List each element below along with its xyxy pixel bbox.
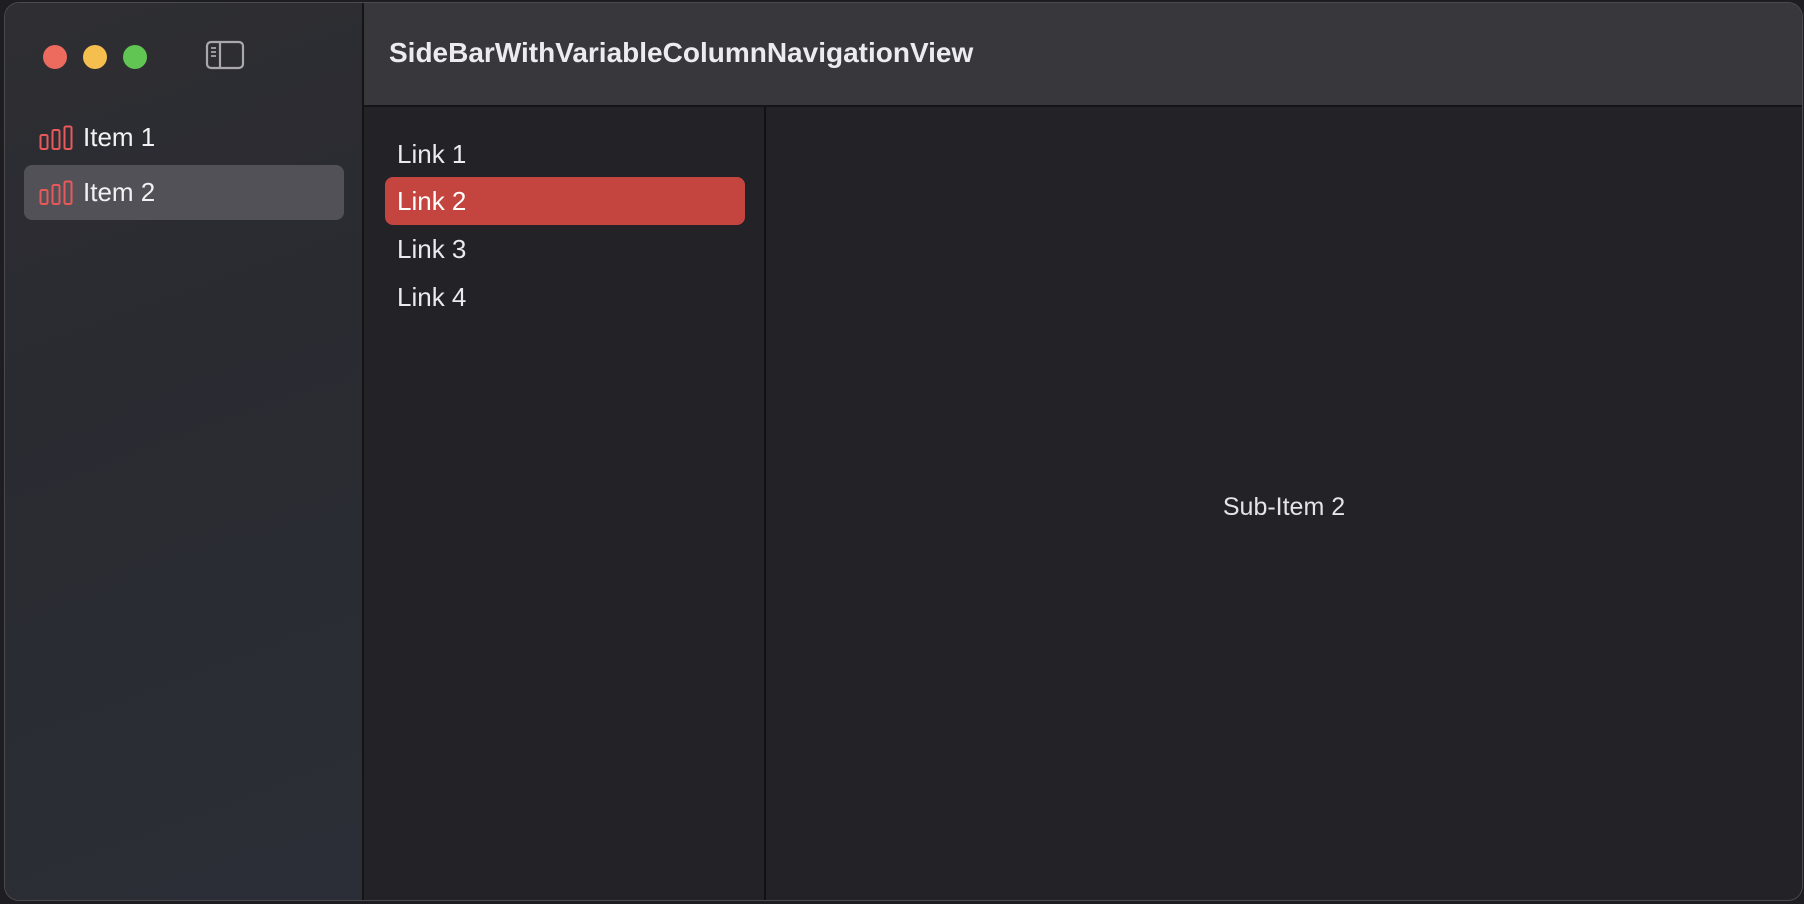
- close-window-button[interactable]: [43, 45, 67, 69]
- sidebar-item-label: Item 1: [83, 122, 156, 152]
- minimize-window-button[interactable]: [83, 45, 107, 69]
- chart-bar-icon: [39, 180, 73, 206]
- app-window: Item 1 Item 2 SideBarWithVariableColumnN…: [5, 3, 1802, 900]
- window-title: SideBarWithVariableColumnNavigationView: [389, 37, 974, 68]
- link-row-2[interactable]: Link 2: [385, 177, 745, 225]
- sidebar-left-icon: [205, 40, 245, 70]
- chart-bar-icon: [39, 125, 73, 151]
- sidebar-item-item-2[interactable]: Item 2: [24, 165, 344, 220]
- sidebar-item-item-1[interactable]: Item 1: [24, 110, 344, 165]
- link-row-4[interactable]: Link 4: [385, 273, 745, 321]
- link-row-3[interactable]: Link 3: [385, 225, 745, 273]
- sidebar-toggle-button[interactable]: [205, 39, 245, 71]
- link-row-1[interactable]: Link 1: [385, 130, 745, 178]
- link-list-column: Link 1 Link 2 Link 3 Link 4: [364, 107, 766, 900]
- detail-text: Sub-Item 2: [1222, 493, 1346, 521]
- sidebar-item-label: Item 2: [83, 177, 156, 207]
- detail-pane: Sub-Item 2: [766, 107, 1802, 900]
- sidebar: Item 1 Item 2: [5, 3, 364, 900]
- title-bar: SideBarWithVariableColumnNavigationView: [364, 3, 1802, 107]
- zoom-window-button[interactable]: [123, 45, 147, 69]
